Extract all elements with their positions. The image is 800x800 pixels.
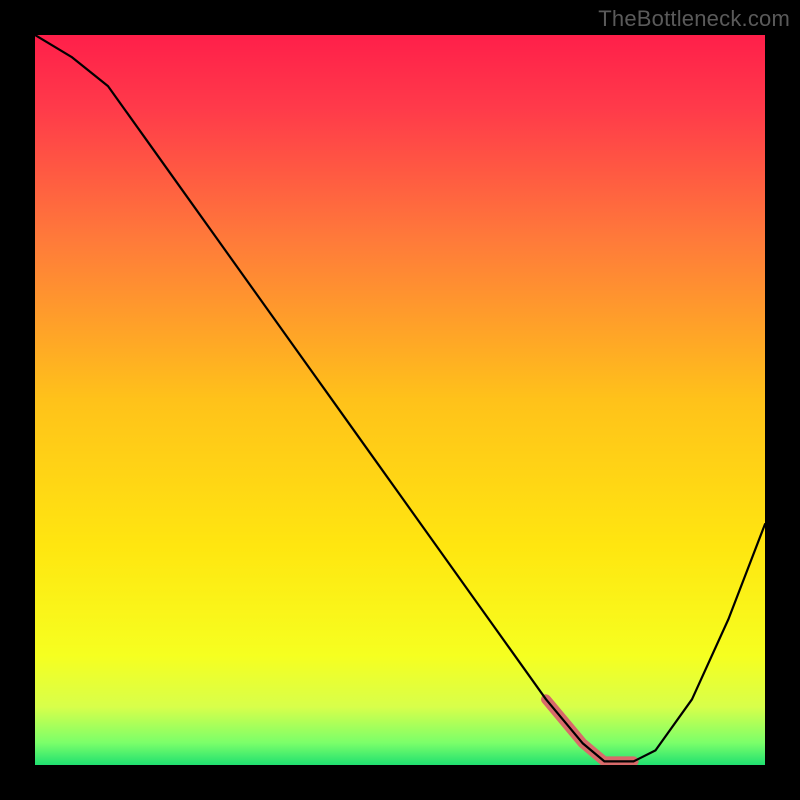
chart-svg [35,35,765,765]
watermark-text: TheBottleneck.com [598,6,790,32]
gradient-background [35,35,765,765]
plot-area [35,35,765,765]
chart-frame: TheBottleneck.com [0,0,800,800]
